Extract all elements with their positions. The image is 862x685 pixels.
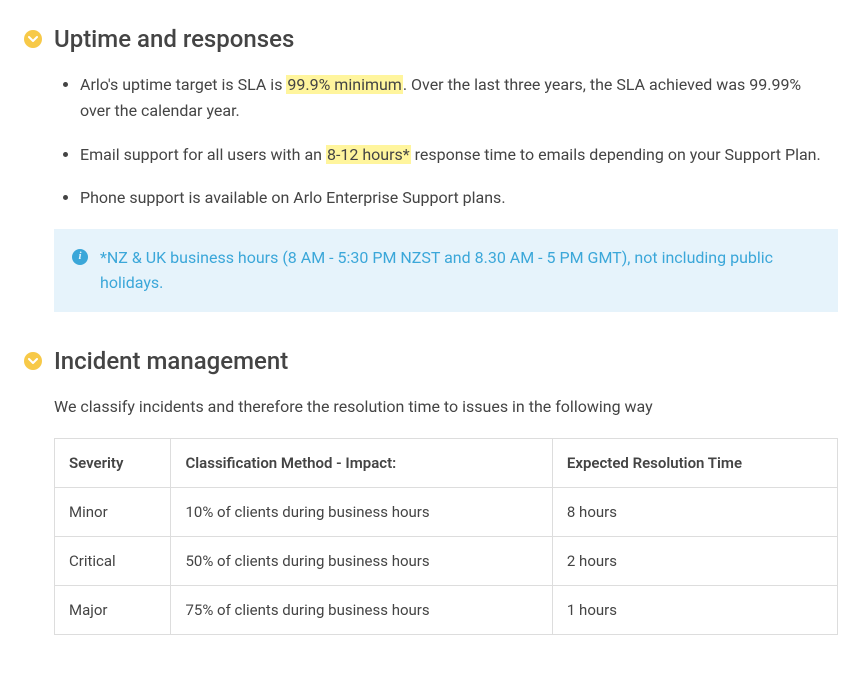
note-box: i *NZ & UK business hours (8 AM - 5:30 P… xyxy=(54,229,838,312)
incident-table: Severity Classification Method - Impact:… xyxy=(54,438,838,635)
cell-severity: Critical xyxy=(55,536,171,585)
section-header-uptime[interactable]: Uptime and responses xyxy=(24,20,838,58)
cell-severity: Minor xyxy=(55,487,171,536)
incident-intro: We classify incidents and therefore the … xyxy=(54,394,838,420)
highlight: 8-12 hours* xyxy=(326,145,411,164)
table-header-classification: Classification Method - Impact: xyxy=(171,438,552,487)
list-item-text: Phone support is available on Arlo Enter… xyxy=(80,188,506,207)
section-title-uptime: Uptime and responses xyxy=(54,20,294,58)
section-header-incident[interactable]: Incident management xyxy=(24,342,838,380)
highlight: 99.9% minimum xyxy=(286,75,402,94)
list-item: Phone support is available on Arlo Enter… xyxy=(80,185,838,211)
list-item: Arlo's uptime target is SLA is 99.9% min… xyxy=(80,72,838,123)
cell-resolution: 8 hours xyxy=(552,487,837,536)
list-item-text: response time to emails depending on you… xyxy=(411,145,821,164)
cell-severity: Major xyxy=(55,585,171,634)
cell-resolution: 2 hours xyxy=(552,536,837,585)
note-text: *NZ & UK business hours (8 AM - 5:30 PM … xyxy=(100,245,820,296)
uptime-bullet-list: Arlo's uptime target is SLA is 99.9% min… xyxy=(24,72,838,210)
cell-classification: 50% of clients during business hours xyxy=(171,536,552,585)
cell-classification: 10% of clients during business hours xyxy=(171,487,552,536)
chevron-down-icon xyxy=(24,30,42,48)
cell-resolution: 1 hours xyxy=(552,585,837,634)
info-icon: i xyxy=(72,249,88,265)
list-item: Email support for all users with an 8-12… xyxy=(80,142,838,168)
list-item-text: Email support for all users with an xyxy=(80,145,326,164)
table-row: Major 75% of clients during business hou… xyxy=(55,585,838,634)
section-incident: Incident management We classify incident… xyxy=(24,342,838,635)
table-row: Critical 50% of clients during business … xyxy=(55,536,838,585)
table-header-row: Severity Classification Method - Impact:… xyxy=(55,438,838,487)
list-item-text: Arlo's uptime target is SLA is xyxy=(80,75,286,94)
table-header-severity: Severity xyxy=(55,438,171,487)
section-title-incident: Incident management xyxy=(54,342,288,380)
table-row: Minor 10% of clients during business hou… xyxy=(55,487,838,536)
section-uptime: Uptime and responses Arlo's uptime targe… xyxy=(24,20,838,312)
table-header-resolution: Expected Resolution Time xyxy=(552,438,837,487)
chevron-down-icon xyxy=(24,352,42,370)
cell-classification: 75% of clients during business hours xyxy=(171,585,552,634)
